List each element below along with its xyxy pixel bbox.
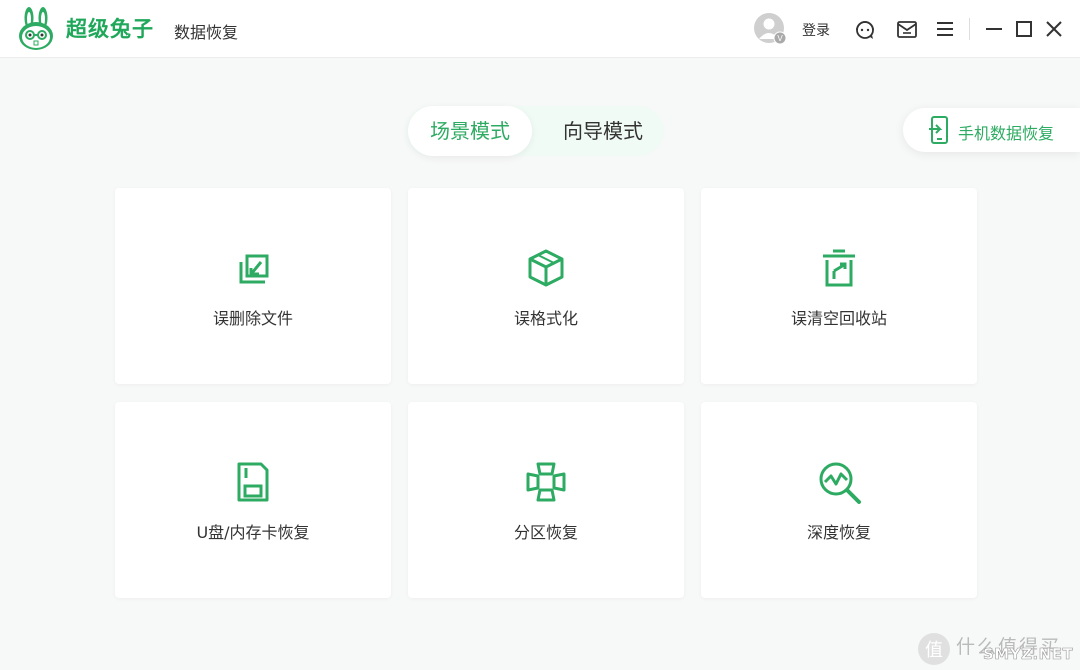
card-label: 误清空回收站	[790, 309, 887, 328]
deleted-file-icon	[239, 254, 269, 284]
avatar-icon[interactable]: V	[753, 12, 787, 46]
maximize-icon[interactable]	[1012, 17, 1036, 41]
rabbit-logo-icon	[19, 7, 53, 50]
mode-tabs: 场景模式 向导模式	[406, 106, 664, 156]
support-icon[interactable]	[853, 17, 877, 41]
svg-text:V: V	[777, 34, 783, 43]
login-link[interactable]: 登录	[802, 20, 830, 40]
app-name: 超级兔子	[66, 16, 154, 41]
svg-text:值: 值	[925, 640, 943, 661]
card-deep-recovery[interactable]: 深度恢复	[701, 402, 977, 598]
titlebar-divider	[969, 18, 970, 40]
card-label: 误删除文件	[212, 309, 293, 328]
phone-recovery-button[interactable]: 手机数据恢复	[903, 108, 1080, 152]
card-label: 深度恢复	[806, 523, 871, 542]
tab-guide-mode[interactable]: 向导模式	[542, 106, 664, 156]
card-recycle-bin[interactable]: 误清空回收站	[701, 188, 977, 384]
menu-icon[interactable]	[933, 17, 957, 41]
format-cube-icon	[528, 249, 564, 287]
card-deleted-files[interactable]: 误删除文件	[115, 188, 391, 384]
phone-transfer-icon	[929, 116, 948, 144]
phone-recovery-label: 手机数据恢复	[958, 124, 1055, 143]
watermark-sub: SMYZ.NET	[983, 645, 1074, 664]
card-usb-card[interactable]: U盘/内存卡恢复	[115, 402, 391, 598]
minimize-icon[interactable]	[982, 17, 1006, 41]
close-icon[interactable]	[1042, 17, 1066, 41]
deep-scan-icon	[819, 462, 861, 504]
card-partition[interactable]: 分区恢复	[408, 402, 684, 598]
card-label: 误格式化	[513, 309, 578, 328]
card-label: U盘/内存卡恢复	[196, 523, 310, 542]
title-bar: 超级兔子 数据恢复 V 登录	[0, 0, 1080, 58]
partition-icon	[526, 462, 566, 502]
recycle-bin-icon	[823, 249, 855, 287]
message-icon[interactable]	[895, 17, 919, 41]
card-format[interactable]: 误格式化	[408, 188, 684, 384]
usb-card-icon	[237, 462, 269, 502]
tab-scene-mode[interactable]: 场景模式	[408, 106, 532, 156]
card-label: 分区恢复	[513, 523, 578, 542]
app-subtitle: 数据恢复	[174, 23, 239, 42]
